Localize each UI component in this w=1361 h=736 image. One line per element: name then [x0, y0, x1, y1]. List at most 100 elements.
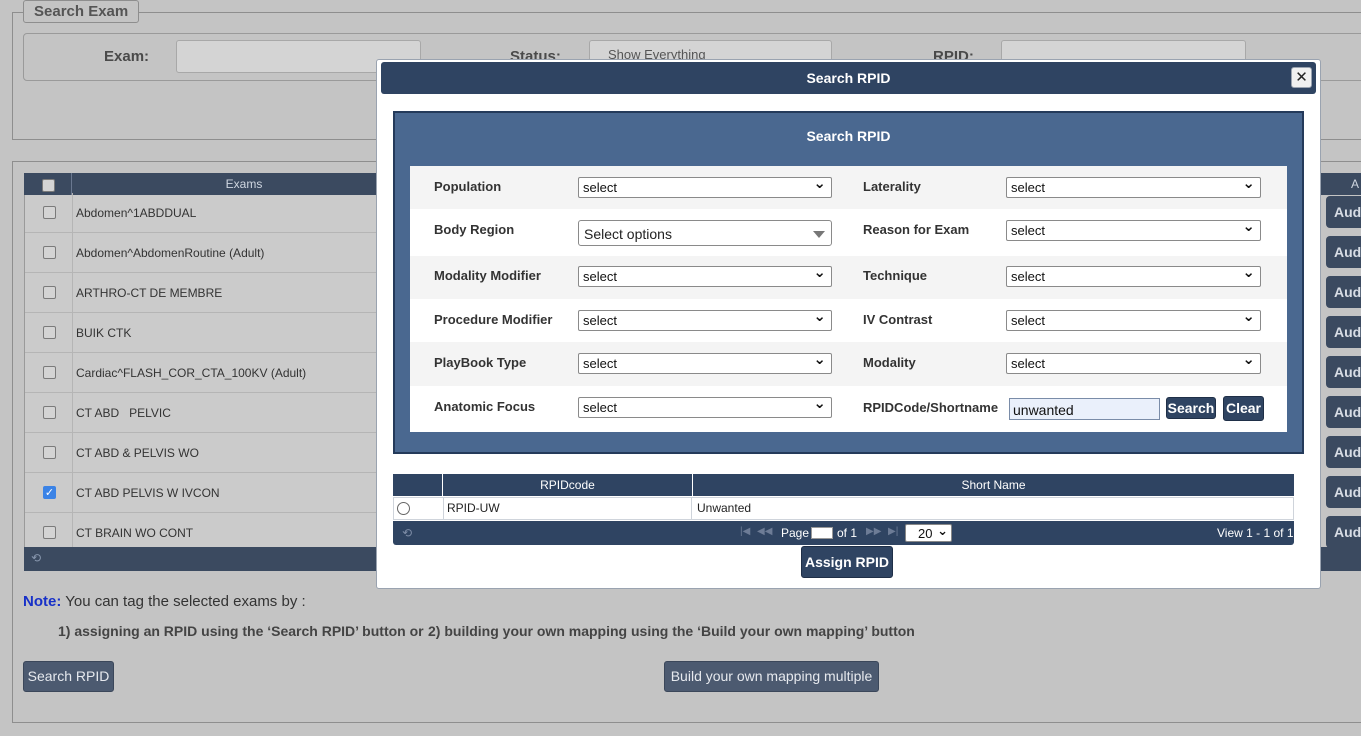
exam-name: CT ABD & PELVIS WO: [76, 446, 199, 460]
prev-page-icon[interactable]: ◀◀: [757, 526, 772, 537]
hint-one: 1) assigning an RPID using the ‘Search R…: [58, 623, 424, 639]
exam-row[interactable]: ARTHRO-CT DE MEMBRE: [25, 273, 383, 313]
page-size-value: 20: [918, 526, 933, 541]
page-size-select[interactable]: 20 ⌄: [905, 523, 952, 542]
body-region-multiselect[interactable]: Select options: [578, 220, 832, 246]
body-region-value: Select options: [584, 226, 672, 242]
exams-grid-header: Exams: [24, 173, 384, 195]
clear-button[interactable]: Clear: [1223, 396, 1264, 421]
exam-checkbox[interactable]: [43, 406, 56, 419]
search-panel-title: Search RPID: [806, 128, 891, 144]
modality-value: select: [1011, 356, 1045, 371]
exam-name: BUIK CTK: [76, 326, 132, 340]
result-radio[interactable]: [397, 502, 410, 515]
result-row[interactable]: RPID-UW Unwanted: [393, 497, 1294, 520]
iv-contrast-select[interactable]: select: [1006, 307, 1261, 331]
page-label: Page: [781, 526, 810, 540]
page-number-input[interactable]: [811, 527, 833, 539]
first-page-icon[interactable]: |◀: [740, 526, 750, 537]
build-mapping-button[interactable]: Build your own mapping multiple: [664, 661, 879, 692]
last-page-icon[interactable]: ▶|: [888, 526, 898, 537]
rpidcode-column-header[interactable]: RPIDcode: [443, 474, 693, 496]
modality-select[interactable]: select: [1006, 350, 1261, 374]
actions-footer: [1321, 547, 1361, 571]
exam-name: CT ABD PELVIS W IVCON: [76, 486, 220, 500]
body-region-label: Body Region: [434, 222, 515, 237]
exam-name: Abdomen^AbdomenRoutine (Adult): [76, 246, 265, 260]
exam-row[interactable]: CT ABD PELVIC: [25, 393, 383, 433]
playbook-select[interactable]: select: [578, 350, 832, 374]
audit-button[interactable]: Aud: [1326, 276, 1361, 308]
exam-row[interactable]: Abdomen^AbdomenRoutine (Adult): [25, 233, 383, 273]
select-all-checkbox[interactable]: [42, 179, 55, 192]
exam-checkbox[interactable]: [43, 246, 56, 259]
laterality-value: select: [1011, 180, 1045, 195]
exam-row[interactable]: Abdomen^1ABDDUAL: [25, 193, 383, 233]
note-label: Note:: [23, 593, 62, 610]
exams-column-header[interactable]: Exams: [72, 173, 416, 195]
audit-button[interactable]: Aud: [1326, 476, 1361, 508]
procedure-modifier-select[interactable]: select: [578, 307, 832, 331]
audit-button[interactable]: Aud: [1326, 236, 1361, 268]
hint-two: 2) building your own mapping using the ‘…: [428, 623, 915, 639]
reason-value: select: [1011, 223, 1045, 238]
anatomic-focus-label: Anatomic Focus: [434, 399, 536, 414]
audit-button[interactable]: Aud: [1326, 356, 1361, 388]
modality-modifier-select[interactable]: select: [578, 263, 832, 287]
page-of-label: of 1: [837, 526, 858, 540]
playbook-value: select: [583, 356, 617, 371]
note-body: You can tag the selected exams by :: [61, 593, 306, 610]
search-button[interactable]: Search: [1166, 397, 1216, 419]
result-shortname: Unwanted: [697, 501, 752, 515]
audit-button[interactable]: Aud: [1326, 316, 1361, 348]
exam-checkbox[interactable]: [43, 486, 56, 499]
exam-checkbox[interactable]: [43, 206, 56, 219]
assign-rpid-button[interactable]: Assign RPID: [801, 546, 893, 578]
actions-column-header: A: [1321, 173, 1361, 195]
search-rpid-button[interactable]: Search RPID: [23, 661, 114, 692]
population-label: Population: [434, 179, 502, 194]
exam-row[interactable]: BUIK CTK: [25, 313, 383, 353]
exam-checkbox[interactable]: [43, 286, 56, 299]
close-icon[interactable]: ✕: [1291, 67, 1312, 88]
result-rpidcode: RPID-UW: [447, 498, 692, 519]
audit-button[interactable]: Aud: [1326, 396, 1361, 428]
shortname-column-header[interactable]: Short Name: [693, 474, 1294, 496]
reason-label: Reason for Exam: [863, 222, 970, 237]
reason-select[interactable]: select: [1006, 217, 1261, 241]
exam-name: Abdomen^1ABDDUAL: [76, 206, 197, 220]
exam-checkbox[interactable]: [43, 366, 56, 379]
technique-select[interactable]: select: [1006, 263, 1261, 287]
note-text: Note: You can tag the selected exams by …: [23, 593, 306, 610]
audit-button[interactable]: Aud: [1326, 196, 1361, 228]
results-select-column: [393, 474, 443, 496]
audit-button[interactable]: Aud: [1326, 516, 1361, 548]
exam-row[interactable]: CT ABD & PELVIS WO: [25, 433, 383, 473]
playbook-label: PlayBook Type: [434, 355, 527, 370]
exam-checkbox[interactable]: [43, 446, 56, 459]
audit-button[interactable]: Aud: [1326, 436, 1361, 468]
refresh-icon[interactable]: ⟲: [31, 551, 41, 565]
population-value: select: [583, 180, 617, 195]
modality-modifier-value: select: [583, 269, 617, 284]
population-select[interactable]: select: [578, 174, 832, 198]
exam-name: CT ABD PELVIC: [76, 406, 171, 420]
exam-checkbox[interactable]: [43, 326, 56, 339]
refresh-icon[interactable]: ⟲: [402, 526, 412, 540]
next-page-icon[interactable]: ▶▶: [866, 526, 881, 537]
rpidcode-label: RPIDCode/Shortname: [863, 400, 999, 415]
modality-modifier-label: Modality Modifier: [434, 268, 541, 283]
procedure-modifier-value: select: [583, 313, 617, 328]
results-header: RPIDcode Short Name: [393, 474, 1294, 496]
exams-grid-footer: ⟲: [24, 547, 384, 571]
exam-checkbox[interactable]: [43, 526, 56, 539]
exam-row[interactable]: Cardiac^FLASH_COR_CTA_100KV (Adult): [25, 353, 383, 393]
laterality-select[interactable]: select: [1006, 174, 1261, 198]
search-exam-legend: Search Exam: [23, 0, 140, 23]
technique-label: Technique: [863, 268, 928, 283]
exam-row[interactable]: CT ABD PELVIS W IVCON: [25, 473, 383, 513]
modality-label: Modality: [863, 355, 916, 370]
rpidcode-input[interactable]: unwanted: [1009, 398, 1160, 420]
anatomic-focus-select[interactable]: select: [578, 394, 832, 418]
technique-value: select: [1011, 269, 1045, 284]
